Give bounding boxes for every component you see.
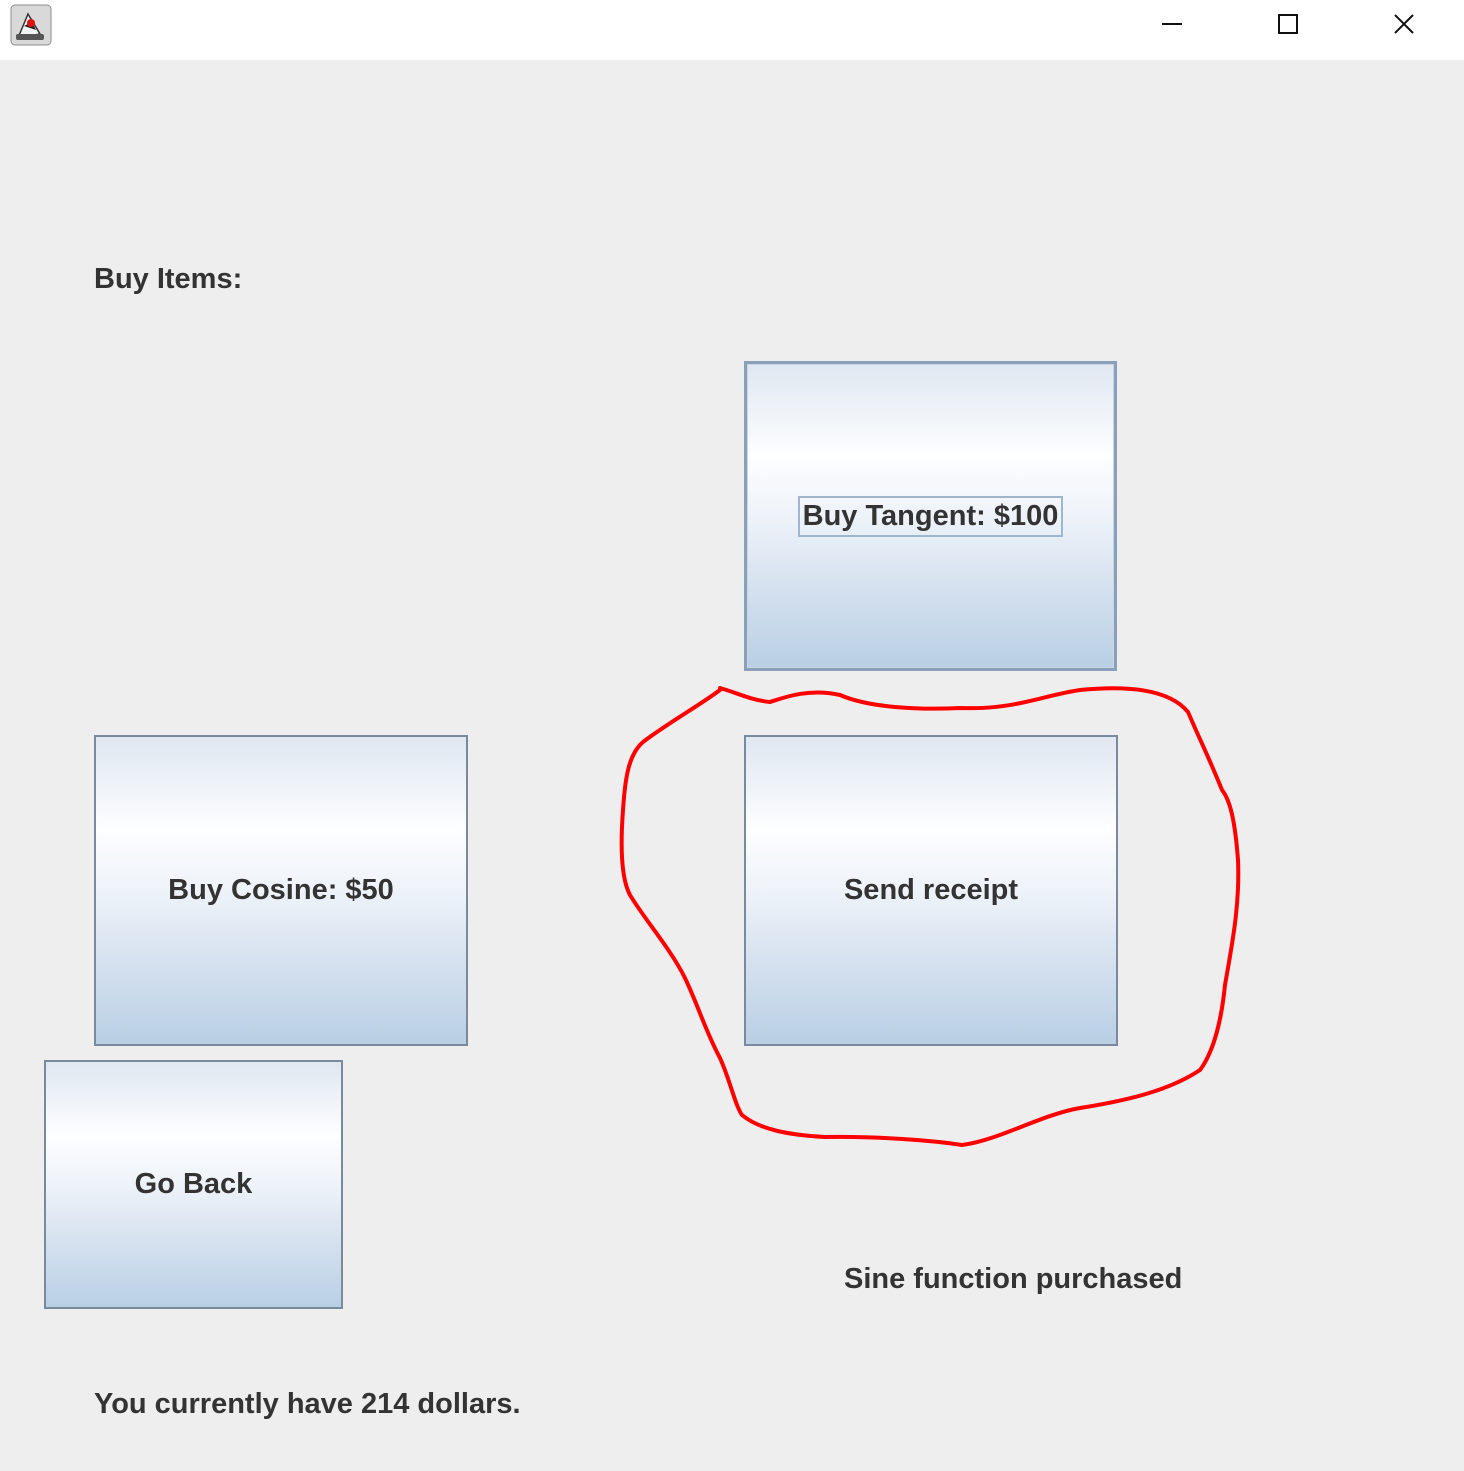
buy-cosine-button[interactable]: Buy Cosine: $50 [94, 735, 468, 1046]
maximize-icon [1278, 14, 1298, 34]
app-window: Buy Items: Buy Tangent: $100 Buy Cosine:… [0, 0, 1464, 1471]
close-icon [1394, 14, 1414, 34]
shop-panel: Buy Items: Buy Tangent: $100 Buy Cosine:… [0, 60, 1464, 1471]
minimize-icon [1162, 23, 1182, 25]
title-bar[interactable] [0, 0, 1464, 60]
buy-tangent-button[interactable]: Buy Tangent: $100 [744, 361, 1117, 671]
java-duke-icon [10, 4, 52, 46]
maximize-button[interactable] [1230, 0, 1346, 48]
purchase-status-message: Sine function purchased [844, 1263, 1183, 1295]
send-receipt-button[interactable]: Send receipt [744, 735, 1118, 1046]
go-back-button[interactable]: Go Back [44, 1060, 343, 1309]
shop-heading: Buy Items: [94, 263, 243, 295]
minimize-button[interactable] [1114, 0, 1230, 48]
close-button[interactable] [1346, 0, 1462, 48]
go-back-label: Go Back [134, 1168, 253, 1200]
buy-cosine-label: Buy Cosine: $50 [168, 874, 394, 906]
send-receipt-label: Send receipt [843, 874, 1019, 906]
buy-tangent-label: Buy Tangent: $100 [797, 495, 1064, 537]
balance-text: You currently have 214 dollars. [94, 1388, 521, 1420]
